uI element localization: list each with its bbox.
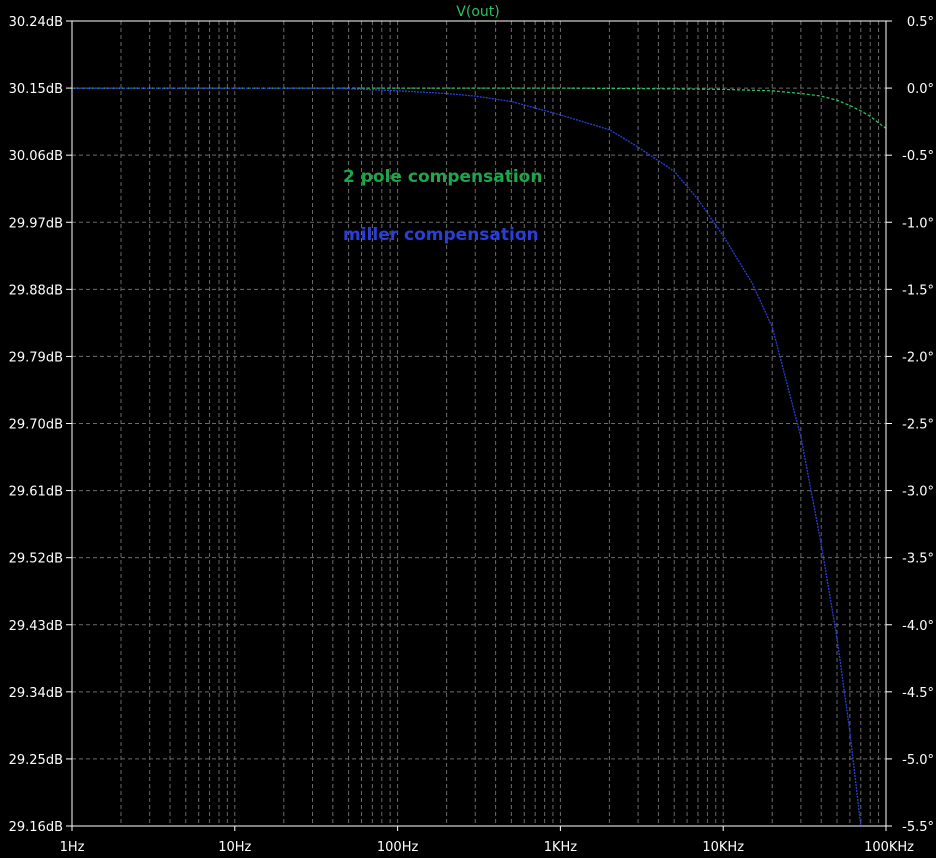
y-right-tick-label: -2.5° <box>902 418 934 433</box>
y-left-tick-label: 29.61dB <box>9 485 63 500</box>
x-tick-label: 10Hz <box>218 840 251 855</box>
y-left-tick-label: 29.25dB <box>9 753 63 768</box>
y-right-tick-label: 0.0° <box>907 82 934 97</box>
x-tick-label: 1KHz <box>544 840 578 855</box>
series-line-2-pole <box>72 87 887 129</box>
y-right-tick-label: -1.5° <box>902 283 934 298</box>
annotation-2-pole: 2 pole compensation <box>343 167 542 187</box>
y-left-tick-label: 29.52dB <box>9 552 63 567</box>
y-left-tick-label: 29.79dB <box>9 350 63 365</box>
x-tick-label: 1Hz <box>60 840 85 855</box>
y-left-tick-label: 29.97dB <box>9 216 63 231</box>
y-right-tick-label: -2.0° <box>902 350 934 365</box>
series-layer <box>72 87 887 827</box>
y-right-tick-label: 0.5° <box>907 15 934 30</box>
y-axis-right-ticks: 0.5° 0.0° -0.5° -1.0° -1.5° -2.0° -2.5° -3.0° -3… <box>886 15 934 835</box>
annotation-miller: miller compensation <box>343 225 539 245</box>
x-tick-label: 100KHz <box>864 840 914 855</box>
y-left-tick-label: 30.06dB <box>9 149 63 164</box>
y-right-tick-label: -4.0° <box>902 619 934 634</box>
y-right-tick-label: -3.5° <box>902 552 934 567</box>
bode-plot: 30.24dB 30.15dB 30.06dB 29.97dB 29.88dB 29.79… <box>9 4 934 855</box>
y-right-tick-label: -1.0° <box>902 216 934 231</box>
y-right-tick-label: -5.5° <box>902 820 934 835</box>
y-left-tick-label: 30.15dB <box>9 82 63 97</box>
y-left-tick-label: 29.70dB <box>9 418 63 433</box>
chart-title: V(out) <box>456 4 499 20</box>
grid <box>72 21 886 826</box>
y-right-tick-label: -5.0° <box>902 753 934 768</box>
x-tick-label: 100Hz <box>377 840 419 855</box>
y-right-tick-label: -0.5° <box>902 149 934 164</box>
y-right-tick-label: -4.5° <box>902 686 934 701</box>
y-axis-left-ticks: 30.24dB 30.15dB 30.06dB 29.97dB 29.88dB 29.79… <box>9 15 72 835</box>
y-left-tick-label: 29.43dB <box>9 619 63 634</box>
y-right-tick-label: -3.0° <box>902 485 934 500</box>
y-left-tick-label: 29.88dB <box>9 283 63 298</box>
x-axis-ticks: 1Hz 10Hz 100Hz 1KHz 10KHz 100KHz <box>60 826 914 855</box>
y-left-tick-label: 29.34dB <box>9 686 63 701</box>
y-left-tick-label: 29.16dB <box>9 820 63 835</box>
x-tick-label: 10KHz <box>702 840 744 855</box>
y-left-tick-label: 30.24dB <box>9 15 63 30</box>
series-line-miller <box>72 87 862 827</box>
